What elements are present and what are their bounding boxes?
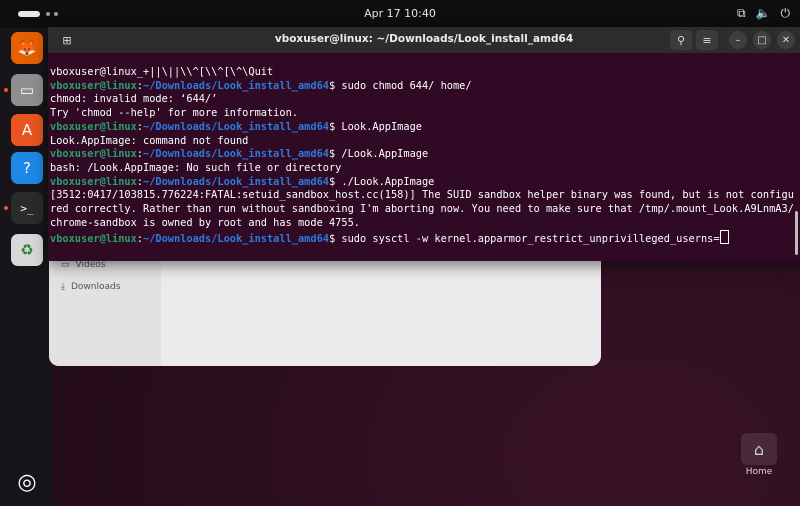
files-window[interactable]: ▭ Videos ⤓ Downloads: [49, 248, 601, 366]
maximize-icon: □: [757, 34, 767, 46]
prompt-user: vboxuser@linux: [50, 79, 137, 92]
prompt-path: ~/Downloads/Look_install_amd64: [143, 148, 329, 161]
files-icon[interactable]: ▭: [11, 74, 43, 106]
command-text: Look.AppImage: [341, 120, 422, 133]
clock[interactable]: Apr 17 10:40: [0, 7, 800, 20]
show-apps-icon[interactable]: ◎: [11, 466, 43, 498]
help-icon[interactable]: ?: [11, 152, 43, 184]
top-bar: Apr 17 10:40 ⧉ 🔈 ⏻: [0, 0, 800, 28]
volume-icon[interactable]: 🔈: [756, 6, 771, 21]
prompt-user: vboxuser@linux: [50, 233, 137, 246]
minimize-icon: –: [735, 34, 741, 46]
command-text: sudo sysctl -w kernel.apparmor_restrict_…: [341, 233, 720, 246]
prompt-path: ~/Downloads/Look_install_amd64: [143, 233, 329, 246]
prompt-user: vboxuser@linux: [50, 148, 137, 161]
text-cursor: [719, 230, 729, 245]
home-folder-label: Home: [745, 467, 773, 477]
network-icon[interactable]: ⧉: [737, 6, 746, 21]
running-indicator: [4, 206, 8, 210]
menu-button[interactable]: ≡: [696, 30, 718, 50]
system-tray[interactable]: ⧉ 🔈 ⏻: [737, 6, 790, 21]
terminal-command-line: vboxuser@linux:~/Downloads/Look_install_…: [50, 230, 796, 247]
minimize-button[interactable]: –: [729, 31, 747, 49]
dock: 🦊 ▭ A? >_ ♻ ◎: [0, 28, 52, 506]
prompt-user: vboxuser@linux: [50, 175, 137, 188]
close-button[interactable]: ✕: [777, 31, 795, 49]
firefox-icon[interactable]: 🦊: [11, 32, 43, 64]
video-folder-icon: ▭: [61, 260, 70, 270]
prompt-path: ~/Downloads/Look_install_amd64: [143, 79, 329, 92]
prompt-path: ~/Downloads/Look_install_amd64: [143, 175, 329, 188]
prompt-user: vboxuser@linux: [50, 120, 137, 133]
close-icon: ✕: [781, 34, 791, 46]
terminal-command-line: vboxuser@linux:~/Downloads/Look_install_…: [50, 120, 422, 133]
terminal-window[interactable]: ⊞ vboxuser@linux: ~/Downloads/Look_insta…: [48, 27, 800, 261]
terminal-command-line: vboxuser@linux:~/Downloads/Look_install_…: [50, 79, 472, 92]
running-indicator: [4, 88, 8, 92]
sidebar-item-downloads[interactable]: ⤓ Downloads: [61, 282, 120, 292]
search-icon: ⚲: [676, 33, 686, 47]
download-folder-icon: ⤓: [61, 282, 65, 292]
maximize-button[interactable]: □: [753, 31, 771, 49]
terminal-icon[interactable]: >_: [11, 192, 43, 224]
command-text: /Look.AppImage: [341, 148, 429, 161]
terminal-output-line: [3512:0417/103815.776224:FATAL:setuid_sa…: [50, 189, 794, 202]
command-text: sudo chmod 644/ home/: [341, 79, 472, 92]
trash-icon[interactable]: ♻: [11, 234, 43, 266]
files-sidebar: ▭ Videos ⤓ Downloads: [49, 248, 161, 366]
terminal-header-bar[interactable]: ⊞ vboxuser@linux: ~/Downloads/Look_insta…: [48, 27, 800, 53]
terminal-output-line: bash: /Look.AppImage: No such file or di…: [50, 161, 342, 174]
app-center-icon[interactable]: A: [11, 114, 43, 146]
sidebar-item-videos[interactable]: ▭ Videos: [61, 260, 105, 270]
terminal-output-line: Look.AppImage: command not found: [50, 134, 249, 147]
terminal-command-line: vboxuser@linux:~/Downloads/Look_install_…: [50, 148, 429, 161]
terminal-output-line: chmod: invalid mode: ‘644/’: [50, 93, 218, 106]
search-button[interactable]: ⚲: [670, 30, 692, 50]
power-icon[interactable]: ⏻: [781, 6, 791, 21]
terminal-output-line: vboxuser@linux_+||\||\\^[\\^[\^\Quit: [50, 66, 274, 78]
terminal-output[interactable]: vboxuser@linux_+||\||\\^[\\^[\^\Quit vbox…: [50, 66, 796, 256]
home-folder-icon[interactable]: ⌂: [741, 433, 777, 465]
terminal-output-line: chrome-sandbox is owned by root and has …: [50, 216, 360, 229]
terminal-scrollbar[interactable]: [795, 211, 798, 255]
terminal-output-line: red correctly. Rather than run without s…: [50, 203, 794, 216]
hamburger-icon: ≡: [702, 33, 712, 47]
terminal-output-line: Try 'chmod --help' for more information.: [50, 107, 298, 120]
terminal-command-line: vboxuser@linux:~/Downloads/Look_install_…: [50, 175, 435, 188]
command-text: ./Look.AppImage: [341, 175, 435, 188]
prompt-path: ~/Downloads/Look_install_amd64: [143, 120, 329, 133]
